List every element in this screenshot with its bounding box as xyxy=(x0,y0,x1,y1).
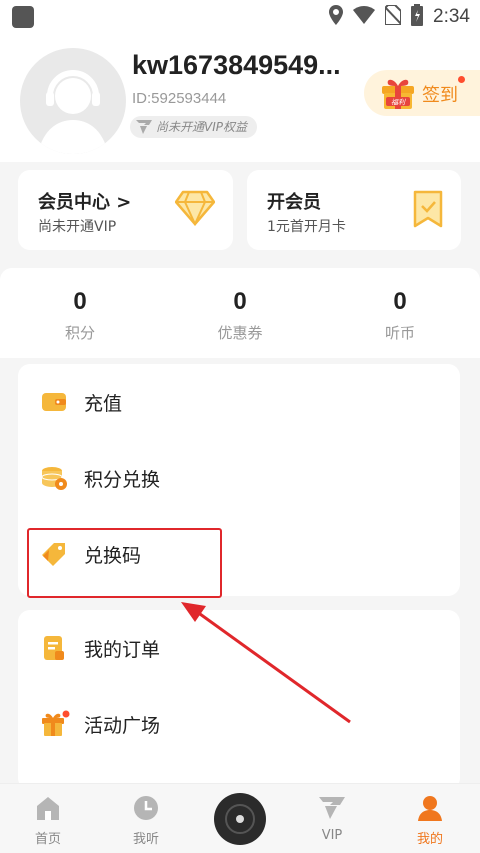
tab-mine[interactable]: 我的 xyxy=(398,792,462,847)
disc-icon xyxy=(225,804,255,834)
order-icon xyxy=(40,634,68,662)
vip-status-badge[interactable]: 尚未开通VIP权益 xyxy=(130,116,257,138)
coins-label: 听币 xyxy=(384,324,415,342)
tab-label-listening: 我听 xyxy=(132,832,159,847)
stat-coupons[interactable]: 0 优惠券 xyxy=(180,288,300,343)
bookmark-icon xyxy=(413,190,443,232)
gift-icon: 福利 xyxy=(380,76,416,114)
open-member-subtitle: 1元首开月卡 xyxy=(267,219,346,235)
vip-status-text: 尚未开通VIP权益 xyxy=(156,120,247,134)
status-time: 2:34 xyxy=(433,6,470,27)
diamond-icon xyxy=(174,190,216,230)
menu-section-orders: 我的订单 活动广场 xyxy=(18,610,460,790)
menu-item-activity-square[interactable]: 活动广场 xyxy=(18,686,460,762)
stat-points[interactable]: 0 积分 xyxy=(20,288,140,343)
menu-item-recharge[interactable]: 充值 xyxy=(18,364,460,440)
open-member-card[interactable]: 开会员 1元首开月卡 xyxy=(247,170,461,250)
menu-label-recharge: 充值 xyxy=(84,393,123,415)
clock-icon xyxy=(114,792,178,824)
menu-label-my-orders: 我的订单 xyxy=(84,639,161,661)
tab-label-mine: 我的 xyxy=(416,832,443,847)
points-value: 0 xyxy=(73,288,87,315)
profile-icon xyxy=(398,792,462,824)
member-center-title: 会员中心 > xyxy=(38,192,132,213)
member-center-card[interactable]: 会员中心 > 尚未开通VIP xyxy=(18,170,233,250)
signin-label: 签到 xyxy=(422,85,458,106)
battery-icon xyxy=(411,4,424,30)
tab-home[interactable]: 首页 xyxy=(16,792,80,847)
default-avatar-icon xyxy=(38,70,108,154)
wifi-icon xyxy=(353,6,376,28)
gift-label: 福利 xyxy=(391,99,406,107)
menu-label-activity-square: 活动广场 xyxy=(84,715,161,737)
no-sim-icon xyxy=(384,4,403,29)
coins-icon xyxy=(40,464,68,492)
tab-label-vip: VIP xyxy=(321,828,343,843)
username[interactable]: kw1673849549... xyxy=(132,50,341,81)
vip-icon xyxy=(136,120,152,134)
app-notification-icon xyxy=(12,6,34,28)
vip-icon xyxy=(300,792,364,824)
coins-value: 0 xyxy=(393,288,407,315)
points-label: 积分 xyxy=(64,324,95,342)
tab-listening[interactable]: 我听 xyxy=(114,792,178,847)
coupons-value: 0 xyxy=(233,288,247,315)
menu-label-points-exchange: 积分兑换 xyxy=(84,469,161,491)
member-center-subtitle: 尚未开通VIP xyxy=(38,219,117,235)
menu-item-points-exchange[interactable]: 积分兑换 xyxy=(18,440,460,516)
stat-coins[interactable]: 0 听币 xyxy=(340,288,460,343)
tab-vip[interactable]: VIP xyxy=(300,792,364,843)
notification-dot xyxy=(458,76,465,83)
open-member-title: 开会员 xyxy=(267,192,321,213)
avatar[interactable] xyxy=(20,48,126,154)
profile-header: kw1673849549... ID:592593444 尚未开通VIP权益 福… xyxy=(0,34,480,162)
player-button[interactable] xyxy=(214,793,266,845)
signin-button[interactable]: 福利 签到 xyxy=(364,70,480,116)
user-id: ID:592593444 xyxy=(132,90,227,107)
menu-item-my-orders[interactable]: 我的订单 xyxy=(18,610,460,686)
coupons-label: 优惠券 xyxy=(217,324,263,342)
status-bar: 2:34 xyxy=(0,0,480,34)
highlight-box xyxy=(27,528,222,598)
gift-box-icon xyxy=(40,710,70,738)
wallet-icon xyxy=(40,388,68,416)
tab-label-home: 首页 xyxy=(34,832,61,847)
home-icon xyxy=(16,792,80,824)
stats-row: 0 积分 0 优惠券 0 听币 xyxy=(0,268,480,358)
location-icon xyxy=(329,5,344,29)
